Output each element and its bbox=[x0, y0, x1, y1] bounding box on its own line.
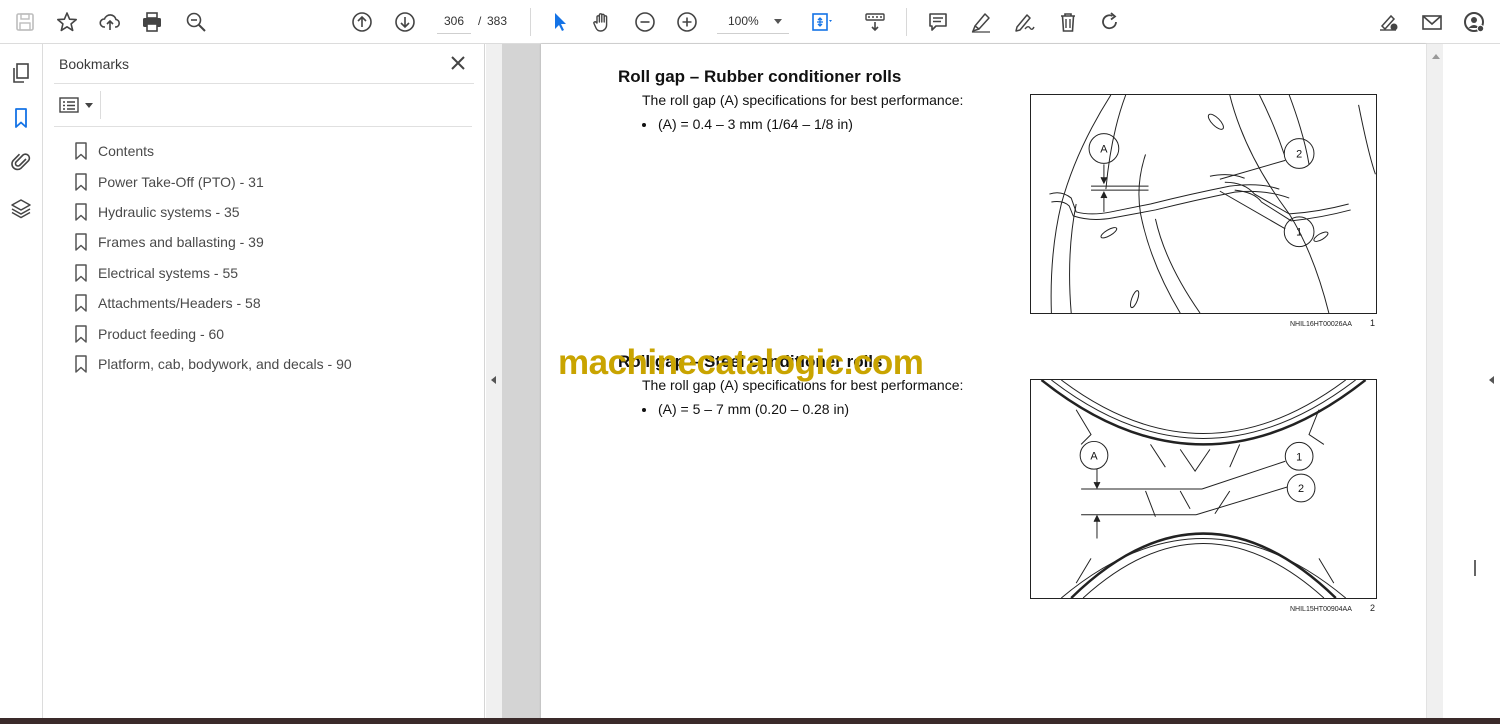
bookmark-label: Contents bbox=[98, 143, 155, 160]
rubber-rolls-illustration: A 2 1 bbox=[1049, 94, 1376, 314]
bookmark-item[interactable]: Product feeding - 60 bbox=[74, 318, 474, 348]
figure-number: 2 bbox=[1370, 603, 1376, 613]
page-number-input[interactable]: 306 bbox=[437, 9, 471, 34]
highlight-pen-icon[interactable] bbox=[967, 8, 995, 36]
bookmark-item[interactable]: Contents bbox=[74, 136, 474, 166]
bookmark-item[interactable]: Hydraulic systems - 35 bbox=[74, 197, 474, 227]
spec-value: (A) = 5 – 7 mm (0.20 – 0.28 in) bbox=[658, 401, 850, 417]
figure-code: NHIL16HT00026AA bbox=[1290, 321, 1352, 328]
watermark-text: machinecatalogic.com bbox=[558, 343, 924, 382]
chevron-left-icon[interactable] bbox=[1489, 376, 1494, 384]
figure-code: NHIL15HT00904AA bbox=[1290, 606, 1352, 613]
bookmark-panel-icon[interactable] bbox=[8, 105, 34, 131]
save-icon[interactable] bbox=[11, 8, 39, 36]
draw-signature-icon[interactable] bbox=[1010, 8, 1038, 36]
bullet-dot bbox=[642, 123, 646, 128]
section-heading: Roll gap – Rubber conditioner rolls bbox=[618, 67, 902, 86]
window-bottom-edge bbox=[0, 718, 1500, 724]
figure-steel-rolls: A 1 2 bbox=[1030, 379, 1377, 599]
bookmark-icon bbox=[75, 203, 87, 221]
panel-divider bbox=[54, 126, 472, 127]
callout-label: 2 bbox=[1298, 483, 1304, 495]
close-icon[interactable] bbox=[448, 53, 468, 73]
bookmark-label: Hydraulic systems - 35 bbox=[98, 203, 240, 220]
bookmark-list: Contents Power Take-Off (PTO) - 31 Hydra… bbox=[74, 136, 474, 379]
cloud-upload-icon[interactable] bbox=[96, 8, 124, 36]
redo-icon[interactable] bbox=[1096, 8, 1124, 36]
bookmark-icon bbox=[75, 142, 87, 160]
steel-rolls-illustration: A 1 2 bbox=[1040, 379, 1367, 599]
attachment-paperclip-icon[interactable] bbox=[8, 148, 34, 174]
figure-number: 1 bbox=[1370, 318, 1376, 328]
panel-divider bbox=[100, 91, 101, 119]
account-profile-icon[interactable] bbox=[1460, 8, 1488, 36]
callout-label: A bbox=[1090, 450, 1098, 462]
bookmark-item[interactable]: Frames and ballasting - 39 bbox=[74, 227, 474, 257]
bookmark-icon bbox=[75, 264, 87, 282]
bookmark-label: Attachments/Headers - 58 bbox=[98, 295, 261, 312]
bookmark-item[interactable]: Platform, cab, bodywork, and decals - 90 bbox=[74, 349, 474, 379]
vertical-scrollbar[interactable] bbox=[1426, 44, 1443, 720]
bookmark-options-button[interactable] bbox=[59, 94, 93, 116]
bookmark-label: Platform, cab, bodywork, and decals - 90 bbox=[98, 355, 352, 372]
layers-icon[interactable] bbox=[8, 195, 34, 221]
bookmark-icon bbox=[75, 324, 87, 343]
callout-label: 1 bbox=[1296, 451, 1302, 463]
comment-icon[interactable] bbox=[924, 8, 952, 36]
zoom-out-icon[interactable] bbox=[631, 8, 659, 36]
print-icon[interactable] bbox=[138, 8, 166, 36]
right-pane bbox=[1443, 44, 1500, 720]
bookmark-icon bbox=[75, 233, 87, 252]
toolbar-divider bbox=[530, 8, 531, 36]
scroll-mode-icon[interactable] bbox=[861, 8, 889, 36]
email-envelope-icon[interactable] bbox=[1418, 8, 1446, 36]
callout-label: 1 bbox=[1296, 227, 1302, 239]
previous-page-icon[interactable] bbox=[348, 8, 376, 36]
bookmarks-panel: Bookmarks Contents Power Take-Off (PTO) … bbox=[44, 44, 485, 720]
bookmark-label: Power Take-Off (PTO) - 31 bbox=[98, 173, 264, 190]
toolbar-divider bbox=[906, 8, 907, 36]
zoom-in-icon[interactable] bbox=[673, 8, 701, 36]
chevron-down-icon bbox=[85, 103, 93, 108]
bookmark-item[interactable]: Electrical systems - 55 bbox=[74, 258, 474, 288]
bookmark-item[interactable]: Attachments/Headers - 58 bbox=[74, 288, 474, 318]
bookmark-icon bbox=[75, 172, 87, 191]
left-tool-rail bbox=[0, 44, 43, 720]
bookmark-label: Electrical systems - 55 bbox=[98, 264, 239, 281]
list-options-icon bbox=[59, 97, 79, 113]
delete-trash-icon[interactable] bbox=[1054, 8, 1082, 36]
panel-collapse-handle[interactable] bbox=[486, 44, 502, 720]
bookmark-label: Product feeding - 60 bbox=[98, 325, 225, 342]
hand-tool-icon[interactable] bbox=[588, 8, 616, 36]
bookmark-icon bbox=[75, 294, 87, 312]
page-total: 383 bbox=[487, 14, 508, 28]
chevron-down-icon[interactable] bbox=[774, 19, 782, 24]
select-cursor-icon[interactable] bbox=[546, 8, 574, 36]
chevron-left-icon bbox=[491, 376, 496, 384]
page-separator: / bbox=[478, 14, 482, 28]
bookmark-label: Frames and ballasting - 39 bbox=[98, 234, 264, 251]
top-toolbar: 306 / 383 100% bbox=[0, 0, 1500, 44]
fit-page-icon[interactable] bbox=[807, 8, 835, 36]
next-page-icon[interactable] bbox=[391, 8, 419, 36]
spec-bullet: (A) = 0.4 – 3 mm (1/64 – 1/8 in) bbox=[642, 116, 853, 132]
section-intro: The roll gap (A) specifications for best… bbox=[642, 92, 964, 108]
bookmark-item[interactable]: Power Take-Off (PTO) - 31 bbox=[74, 166, 474, 196]
zoom-search-icon[interactable] bbox=[182, 8, 210, 36]
bookmark-icon bbox=[75, 355, 87, 373]
figure-rubber-rolls: A 2 1 bbox=[1030, 94, 1377, 314]
panel-divider bbox=[54, 83, 474, 84]
star-icon[interactable] bbox=[53, 8, 81, 36]
page-thumbnails-icon[interactable] bbox=[8, 60, 34, 86]
panel-title: Bookmarks bbox=[59, 56, 130, 72]
scroll-thumb[interactable] bbox=[1474, 560, 1476, 576]
bullet-dot bbox=[642, 408, 646, 413]
scroll-up-icon[interactable] bbox=[1432, 54, 1440, 59]
callout-label: A bbox=[1100, 143, 1108, 155]
fill-sign-icon[interactable] bbox=[1374, 8, 1402, 36]
spec-value: (A) = 0.4 – 3 mm (1/64 – 1/8 in) bbox=[658, 116, 853, 132]
callout-label: 2 bbox=[1296, 148, 1302, 160]
spec-bullet: (A) = 5 – 7 mm (0.20 – 0.28 in) bbox=[642, 401, 849, 417]
